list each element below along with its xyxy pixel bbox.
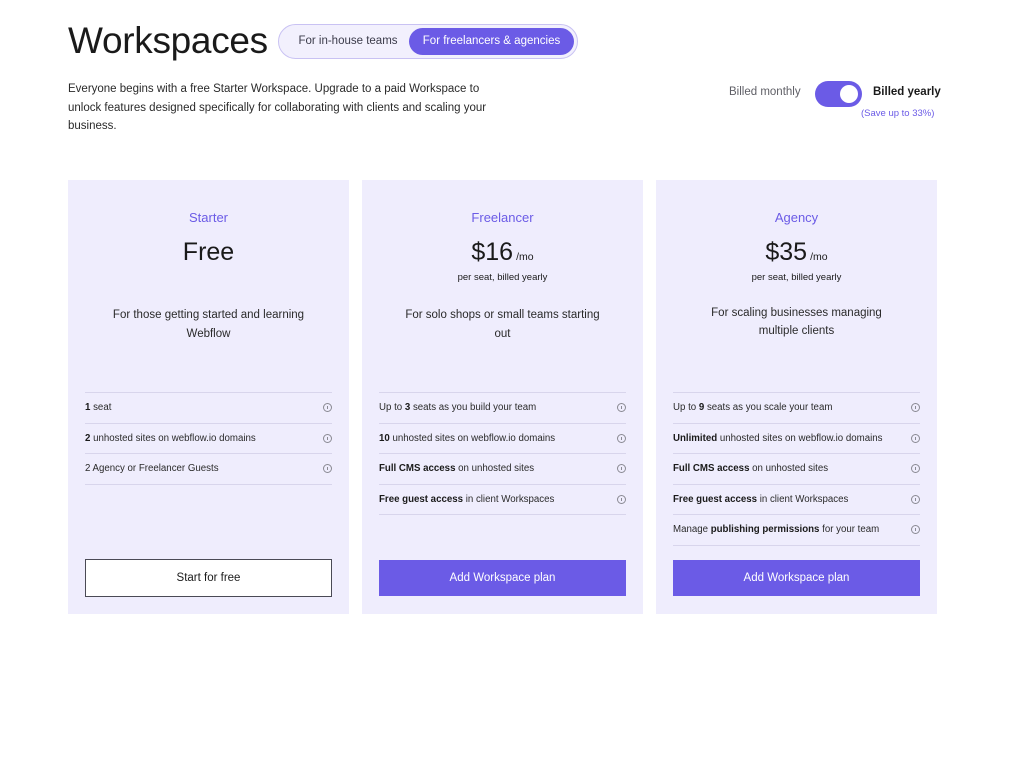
billed-yearly-label[interactable]: Billed yearly (873, 86, 941, 98)
plan-description: For solo shops or small teams starting o… (405, 309, 600, 340)
feature-list: Up to 3 seats as you build your team 10 … (379, 392, 626, 515)
price-subtext: per seat, billed yearly (751, 272, 842, 283)
plan-price: Free (182, 238, 235, 266)
info-icon[interactable] (617, 433, 626, 443)
plan-price: $35 (765, 238, 808, 266)
page-title: Workspaces (68, 20, 268, 61)
audience-tab-switcher: For in-house teams For freelancers & age… (278, 24, 578, 59)
feature-item: Unlimited unhosted sites on webflow.io d… (673, 424, 920, 454)
plan-price: $16 (471, 238, 514, 266)
info-icon[interactable] (323, 403, 332, 412)
plan-description: For scaling businesses managing multiple… (711, 307, 882, 337)
info-icon[interactable] (617, 464, 626, 473)
info-icon[interactable] (617, 403, 626, 412)
feature-list: Up to 9 seats as you scale your team Unl… (673, 392, 920, 546)
info-icon[interactable] (911, 464, 920, 473)
info-icon[interactable] (323, 464, 332, 473)
plan-name: Starter (188, 210, 228, 225)
price-subtext: per seat, billed yearly (457, 272, 548, 283)
billing-toggle[interactable] (815, 81, 862, 107)
plan-card-starter: Starter Free For those getting started a… (68, 180, 349, 614)
feature-item: Full CMS access on unhosted sites (673, 454, 920, 485)
feature-item: 1 seat (85, 393, 332, 424)
info-icon[interactable] (323, 433, 332, 443)
add-workspace-plan-button[interactable]: Add Workspace plan (379, 560, 626, 596)
feature-item: Free guest access in client Workspaces (673, 485, 920, 515)
plan-description: For those getting started and learning W… (112, 309, 305, 340)
price-row: $16/mo (362, 238, 643, 267)
price-period: /mo (810, 251, 828, 263)
info-icon[interactable] (911, 403, 920, 412)
feature-list: 1 seat 2 unhosted sites on webflow.io do… (85, 392, 332, 485)
plan-name: Agency (774, 210, 819, 225)
billed-monthly-label[interactable]: Billed monthly (729, 86, 801, 98)
price-row: Free (68, 238, 349, 267)
tab-freelancers-agencies[interactable]: For freelancers & agencies (409, 28, 574, 55)
tab-in-house-teams[interactable]: For in-house teams (287, 28, 409, 55)
price-row: $35/mo (656, 238, 937, 267)
feature-item: 2 unhosted sites on webflow.io domains (85, 424, 332, 454)
plan-card-freelancer: Freelancer $16/mo per seat, billed yearl… (362, 180, 643, 614)
intro-text: Everyone begins with a free Starter Work… (68, 83, 487, 133)
plan-card-agency: Agency $35/mo per seat, billed yearly Fo… (656, 180, 937, 614)
feature-item: Up to 9 seats as you scale your team (673, 393, 920, 424)
info-icon[interactable] (911, 494, 920, 504)
price-period: /mo (516, 251, 534, 263)
plan-name: Freelancer (471, 210, 534, 225)
feature-item: Full CMS access on unhosted sites (379, 454, 626, 485)
info-icon[interactable] (617, 494, 626, 504)
feature-item: Up to 3 seats as you build your team (379, 393, 626, 424)
save-note: (Save up to 33%) (861, 108, 935, 119)
info-icon[interactable] (911, 433, 920, 443)
feature-item: Free guest access in client Workspaces (379, 485, 626, 515)
feature-item: Manage publishing permissions for your t… (673, 515, 920, 546)
info-icon[interactable] (911, 525, 920, 534)
start-for-free-button[interactable]: Start for free (85, 559, 332, 597)
feature-item: 10 unhosted sites on webflow.io domains (379, 424, 626, 454)
toggle-knob (840, 85, 858, 103)
feature-item: 2 Agency or Freelancer Guests (85, 454, 332, 485)
add-workspace-plan-button[interactable]: Add Workspace plan (673, 560, 920, 596)
